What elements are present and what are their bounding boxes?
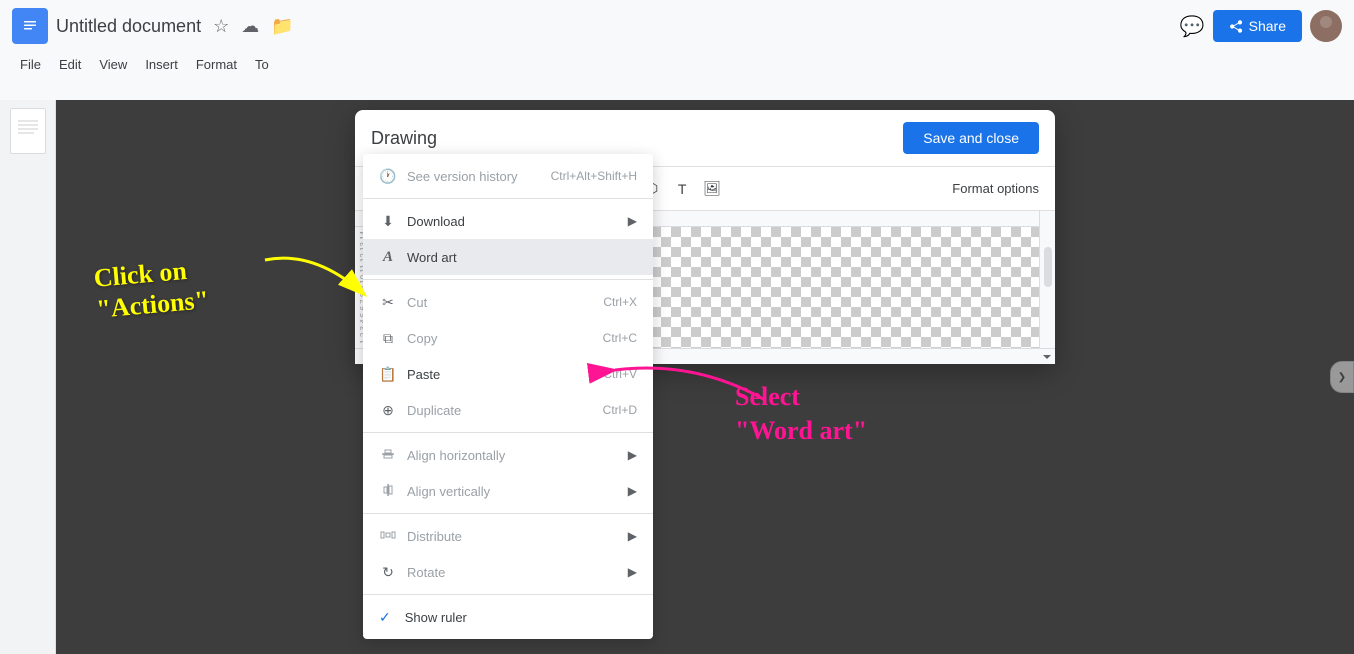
docs-toolbar-area: Untitled document ☆ ☁ 📁 💬 Share File Edi…: [0, 0, 1354, 100]
menu-item-distribute[interactable]: Distribute ▶: [363, 518, 653, 554]
menu-view[interactable]: View: [91, 53, 135, 76]
actions-dropdown: 🕐 See version history Ctrl+Alt+Shift+H ⬇…: [363, 154, 653, 639]
menu-item-copy[interactable]: ⧉ Copy Ctrl+C: [363, 320, 653, 356]
right-scrollbar[interactable]: [1039, 227, 1055, 348]
rotate-icon: ↻: [379, 564, 397, 581]
select-word-art-annotation: Select "Word art": [735, 380, 867, 448]
align-h-arrow: ▶: [628, 448, 637, 462]
rotate-arrow: ▶: [628, 565, 637, 579]
title-icons: ☆ ☁ 📁: [209, 12, 298, 41]
main-area: Drawing Save and close Actions ▾ ↩ ↪ ⬜ 🔍: [0, 100, 1354, 654]
menu-divider-3: [363, 432, 653, 433]
cut-icon: ✂: [379, 294, 397, 311]
menu-item-cut[interactable]: ✂ Cut Ctrl+X: [363, 284, 653, 320]
menu-format[interactable]: Format: [188, 53, 245, 76]
clock-icon: 🕐: [379, 168, 397, 185]
menu-item-align-h[interactable]: Align horizontally ▶: [363, 437, 653, 473]
right-scrollbar-top: [1039, 211, 1055, 227]
share-label: Share: [1249, 18, 1286, 34]
distribute-arrow: ▶: [628, 529, 637, 543]
menu-item-align-v[interactable]: Align vertically ▶: [363, 473, 653, 509]
dialog-overlay: Drawing Save and close Actions ▾ ↩ ↪ ⬜ 🔍: [56, 100, 1354, 654]
drawing-dialog: Drawing Save and close Actions ▾ ↩ ↪ ⬜ 🔍: [355, 110, 1055, 364]
scroll-thumb: [1044, 247, 1052, 287]
save-close-button[interactable]: Save and close: [903, 122, 1039, 154]
align-v-icon: [379, 482, 397, 501]
doc-title: Untitled document: [56, 16, 201, 37]
menu-item-download[interactable]: ⬇ Download ▶: [363, 203, 653, 239]
app-icon: [12, 8, 48, 44]
align-h-icon: [379, 446, 397, 465]
align-v-arrow: ▶: [628, 484, 637, 498]
menu-item-paste[interactable]: 📋 Paste Ctrl+V: [363, 356, 653, 392]
menu-item-duplicate[interactable]: ⊕ Duplicate Ctrl+D: [363, 392, 653, 428]
star-icon[interactable]: ☆: [209, 12, 233, 41]
click-on-actions-text: Click on "Actions": [92, 253, 210, 325]
menu-edit[interactable]: Edit: [51, 53, 89, 76]
folder-icon[interactable]: 📁: [267, 12, 297, 41]
image-tool-button[interactable]: 🖼: [698, 175, 726, 203]
duplicate-icon: ⊕: [379, 402, 397, 419]
paste-icon: 📋: [379, 366, 397, 383]
left-sidebar: [0, 100, 56, 654]
doc-area: Drawing Save and close Actions ▾ ↩ ↪ ⬜ 🔍: [56, 100, 1354, 654]
menu-divider-2: [363, 279, 653, 280]
distribute-icon: [379, 527, 397, 546]
arrow-icon: ▶: [628, 214, 637, 228]
menu-item-rotate[interactable]: ↻ Rotate ▶: [363, 554, 653, 590]
copy-icon: ⧉: [379, 330, 397, 347]
word-art-icon: A: [379, 249, 397, 266]
share-button[interactable]: Share: [1213, 10, 1302, 42]
click-on-actions-annotation: Click on "Actions": [95, 258, 208, 320]
scroll-down-btn[interactable]: [1039, 348, 1055, 364]
menu-bar: File Edit View Insert Format To: [0, 48, 1354, 80]
title-bar: Untitled document ☆ ☁ 📁 💬 Share: [0, 0, 1354, 48]
chat-icon[interactable]: 💬: [1180, 14, 1205, 39]
menu-divider-4: [363, 513, 653, 514]
page-thumbnail: [10, 108, 46, 154]
menu-item-version-history[interactable]: 🕐 See version history Ctrl+Alt+Shift+H: [363, 158, 653, 194]
user-avatar: [1310, 10, 1342, 42]
menu-file[interactable]: File: [12, 53, 49, 76]
menu-divider-5: [363, 594, 653, 595]
menu-item-word-art[interactable]: A Word art: [363, 239, 653, 275]
menu-tools[interactable]: To: [247, 53, 277, 76]
select-word-art-text: Select "Word art": [735, 380, 867, 448]
checkmark-icon: ✓: [379, 609, 391, 626]
text-tool-button[interactable]: T: [668, 175, 696, 203]
menu-item-show-ruler[interactable]: ✓ Show ruler: [363, 599, 653, 635]
menu-insert[interactable]: Insert: [137, 53, 186, 76]
dialog-title: Drawing: [371, 128, 437, 149]
download-icon: ⬇: [379, 213, 397, 230]
menu-divider-1: [363, 198, 653, 199]
format-options-button[interactable]: Format options: [944, 177, 1047, 200]
cloud-save-icon[interactable]: ☁: [237, 12, 263, 41]
